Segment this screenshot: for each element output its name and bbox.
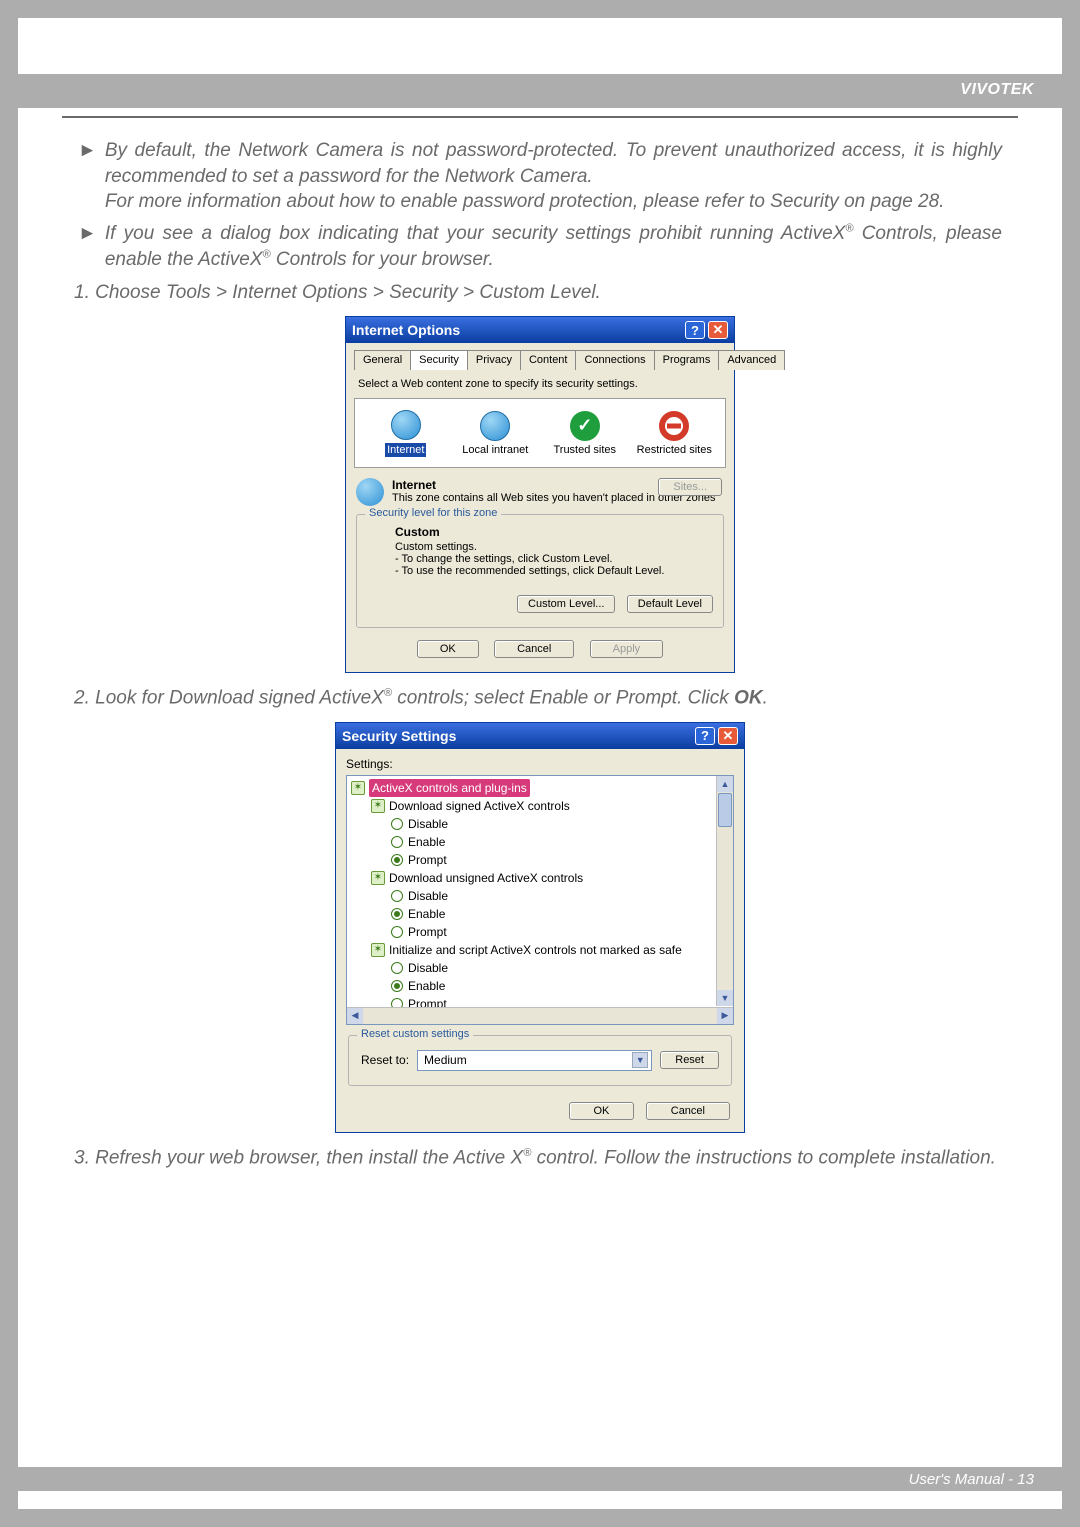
tab-advanced[interactable]: Advanced [718, 350, 785, 370]
horizontal-scrollbar[interactable]: ◀ ▶ [347, 1007, 733, 1024]
note-1a: By default, the Network Camera is not pa… [105, 140, 1002, 187]
ok-button[interactable]: OK [569, 1102, 635, 1120]
zone-label: Restricted sites [637, 444, 712, 456]
scrollbar-thumb[interactable] [718, 793, 732, 827]
radio-disable[interactable]: Disable [391, 887, 733, 905]
gear-icon: ✶ [351, 781, 365, 795]
brand-text: VIVOTEK [960, 81, 1034, 99]
tab-programs[interactable]: Programs [654, 350, 720, 370]
registered-icon: ® [263, 248, 271, 260]
reset-to-select[interactable]: Medium ▼ [417, 1050, 652, 1071]
radio-enable[interactable]: Enable [391, 833, 733, 851]
page-number: User's Manual - 13 [909, 1471, 1034, 1488]
chevron-right-icon[interactable]: ▶ [717, 1008, 733, 1024]
check-icon [570, 411, 600, 441]
zone-label: Trusted sites [553, 444, 616, 456]
close-icon[interactable]: ✕ [708, 321, 728, 339]
radio-enable[interactable]: Enable [391, 977, 733, 995]
reset-selected: Medium [424, 1053, 467, 1067]
custom-line: - To use the recommended settings, click… [395, 565, 705, 577]
settings-label: Settings: [346, 757, 734, 771]
zone-picker: Internet Local intranet Trusted sites [354, 398, 726, 468]
custom-level-button[interactable]: Custom Level... [517, 595, 615, 613]
gear-icon: ✶ [371, 799, 385, 813]
page: VIVOTEK ► By default, the Network Camera… [18, 18, 1062, 1509]
zone-local-intranet[interactable]: Local intranet [456, 411, 534, 456]
gear-icon: ✶ [371, 943, 385, 957]
step-1: 1. Choose Tools > Internet Options > Sec… [74, 282, 1002, 304]
dialog-titlebar[interactable]: Internet Options ? ✕ [346, 317, 734, 343]
radio-disable[interactable]: Disable [391, 815, 733, 833]
zone-label: Local intranet [462, 444, 528, 456]
cancel-button[interactable]: Cancel [646, 1102, 730, 1120]
tab-privacy[interactable]: Privacy [467, 350, 521, 370]
fieldset-legend: Security level for this zone [365, 507, 501, 519]
security-level-fieldset: Security level for this zone Custom Cust… [356, 514, 724, 628]
globe-icon [480, 411, 510, 441]
footer-bar: User's Manual - 13 [18, 1467, 1062, 1491]
vertical-scrollbar[interactable]: ▲ ▼ [716, 776, 733, 1006]
note-2: ► If you see a dialog box indicating tha… [78, 221, 1002, 272]
default-level-button[interactable]: Default Level [627, 595, 713, 613]
tab-content[interactable]: Content [520, 350, 577, 370]
tab-connections[interactable]: Connections [575, 350, 654, 370]
radio-enable[interactable]: Enable [391, 905, 733, 923]
chevron-down-icon[interactable]: ▼ [717, 990, 733, 1006]
fieldset-legend: Reset custom settings [357, 1028, 473, 1040]
security-settings-dialog: Security Settings ? ✕ Settings: ✶ Active… [335, 722, 745, 1133]
step-3: 3. Refresh your web browser, then instal… [74, 1147, 1002, 1169]
reset-fieldset: Reset custom settings Reset to: Medium ▼… [348, 1035, 732, 1086]
zone-trusted-sites[interactable]: Trusted sites [546, 411, 624, 456]
content: ► By default, the Network Camera is not … [78, 138, 1002, 1181]
globe-icon [391, 410, 421, 440]
note-2c: Controls for your browser. [271, 249, 494, 270]
sites-button[interactable]: Sites... [658, 478, 722, 496]
help-icon[interactable]: ? [695, 727, 715, 745]
tab-general[interactable]: General [354, 350, 411, 370]
globe-icon [356, 478, 384, 506]
group-download-signed[interactable]: ✶ Download signed ActiveX controls [371, 797, 733, 815]
zone-label: Internet [385, 443, 426, 457]
tab-security[interactable]: Security [410, 350, 468, 370]
zone-restricted-sites[interactable]: Restricted sites [635, 411, 713, 456]
custom-line: - To change the settings, click Custom L… [395, 553, 705, 565]
triangle-icon: ► [78, 138, 97, 215]
no-entry-icon [659, 411, 689, 441]
custom-line: Custom settings. [395, 541, 705, 553]
chevron-down-icon[interactable]: ▼ [632, 1052, 648, 1068]
group-download-unsigned[interactable]: ✶ Download unsigned ActiveX controls [371, 869, 733, 887]
close-icon[interactable]: ✕ [718, 727, 738, 745]
cancel-button[interactable]: Cancel [494, 640, 574, 658]
zone-description: Select a Web content zone to specify its… [358, 378, 722, 390]
header-rule [62, 116, 1018, 118]
internet-options-dialog: Internet Options ? ✕ General Security Pr… [345, 316, 735, 673]
note-1b: For more information about how to enable… [105, 191, 945, 212]
note-2a: If you see a dialog box indicating that … [105, 223, 846, 244]
chevron-left-icon[interactable]: ◀ [347, 1008, 363, 1024]
help-icon[interactable]: ? [685, 321, 705, 339]
ok-button[interactable]: OK [417, 640, 479, 658]
apply-button[interactable]: Apply [590, 640, 664, 658]
triangle-icon: ► [78, 221, 97, 272]
dialog-title: Security Settings [342, 728, 456, 744]
registered-icon: ® [384, 687, 392, 699]
radio-prompt[interactable]: Prompt [391, 923, 733, 941]
reset-button[interactable]: Reset [660, 1051, 719, 1069]
settings-tree[interactable]: ✶ ActiveX controls and plug-ins ✶ Downlo… [346, 775, 734, 1025]
custom-heading: Custom [395, 525, 705, 539]
group-init-script[interactable]: ✶ Initialize and script ActiveX controls… [371, 941, 733, 959]
header-bar: VIVOTEK [18, 74, 1062, 108]
tab-strip: General Security Privacy Content Connect… [354, 349, 726, 370]
reset-to-label: Reset to: [361, 1053, 409, 1067]
radio-prompt[interactable]: Prompt [391, 851, 733, 869]
gear-icon: ✶ [371, 871, 385, 885]
dialog-titlebar[interactable]: Security Settings ? ✕ [336, 723, 744, 749]
radio-disable[interactable]: Disable [391, 959, 733, 977]
note-1: ► By default, the Network Camera is not … [78, 138, 1002, 215]
dialog-title: Internet Options [352, 322, 460, 338]
group-activex-plugins[interactable]: ✶ ActiveX controls and plug-ins [351, 779, 733, 797]
step-2: 2. Look for Download signed ActiveX® con… [74, 687, 1002, 709]
zone-internet[interactable]: Internet [367, 410, 445, 457]
chevron-up-icon[interactable]: ▲ [717, 776, 733, 792]
